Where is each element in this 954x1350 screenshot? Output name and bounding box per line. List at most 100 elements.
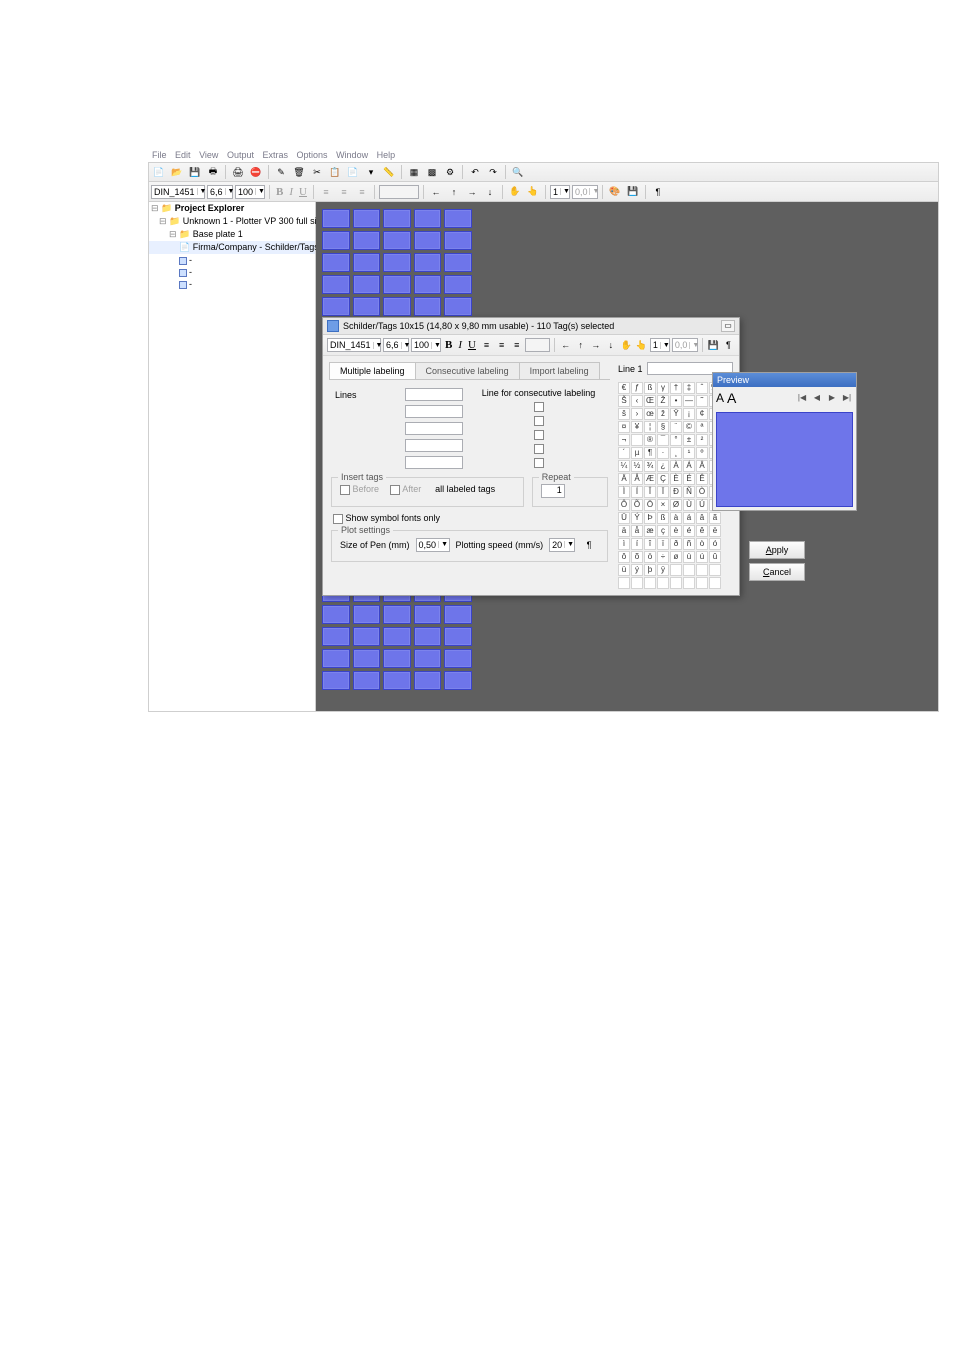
char-cell[interactable]: Ç	[657, 473, 669, 485]
char-cell[interactable]: ì	[618, 538, 630, 550]
tag-cell[interactable]	[383, 649, 411, 668]
dlg-underline[interactable]: U	[466, 339, 478, 351]
pen-combo[interactable]: 0,50▼	[416, 538, 450, 552]
tag-cell[interactable]	[444, 253, 472, 272]
gear-icon[interactable]: ⚙	[442, 164, 458, 180]
open-icon[interactable]: 📂	[169, 164, 185, 180]
tab-multiple[interactable]: Multiple labeling	[329, 362, 416, 379]
char-cell[interactable]: ¦	[644, 421, 656, 433]
tag-cell[interactable]	[383, 209, 411, 228]
dlg-hand-icon[interactable]: ✋	[619, 337, 632, 353]
paste-icon[interactable]: 📄	[345, 164, 361, 180]
char-cell[interactable]: ö	[644, 551, 656, 563]
char-cell[interactable]: §	[657, 421, 669, 433]
char-cell[interactable]: ÷	[657, 551, 669, 563]
tag-cell[interactable]	[353, 671, 381, 690]
char-cell[interactable]: ¹	[683, 447, 695, 459]
tag-cell[interactable]	[383, 671, 411, 690]
arrow-up-icon[interactable]: ↑	[446, 184, 462, 200]
underline-button[interactable]: U	[297, 186, 309, 198]
first-icon[interactable]: |◀	[796, 392, 808, 404]
tag-cell[interactable]	[322, 605, 350, 624]
zoom-out-icon[interactable]: A	[716, 391, 724, 405]
tag-cell[interactable]	[322, 253, 350, 272]
char-cell[interactable]: ¯	[657, 434, 669, 446]
char-cell[interactable]: ˆ	[696, 382, 708, 394]
tag-cell[interactable]	[353, 231, 381, 250]
char-cell[interactable]: •	[670, 395, 682, 407]
char-cell[interactable]	[670, 577, 682, 589]
char-cell[interactable]: Ï	[657, 486, 669, 498]
char-cell[interactable]: Ò	[696, 486, 708, 498]
char-cell[interactable]: º	[696, 447, 708, 459]
dlg-size2-combo[interactable]: 100▼	[411, 338, 441, 352]
menu-output[interactable]: Output	[227, 150, 254, 160]
line-chk-2[interactable]	[534, 416, 544, 426]
tag-cell[interactable]	[444, 627, 472, 646]
tag-cell[interactable]	[353, 253, 381, 272]
align-left-icon[interactable]: ≡	[318, 184, 334, 200]
font-combo[interactable]: DIN_1451▼	[151, 185, 205, 199]
char-cell[interactable]: °	[670, 434, 682, 446]
ruler-icon[interactable]: 📏	[381, 164, 397, 180]
char-cell[interactable]: Ž	[657, 395, 669, 407]
char-cell[interactable]: ß	[644, 382, 656, 394]
char-cell[interactable]: ›	[631, 408, 643, 420]
char-cell[interactable]: ­	[631, 434, 643, 446]
tag-cell[interactable]	[383, 275, 411, 294]
char-cell[interactable]: ©	[683, 421, 695, 433]
line-chk-4[interactable]	[534, 444, 544, 454]
speed-combo[interactable]: 20▼	[549, 538, 575, 552]
menu-view[interactable]: View	[199, 150, 218, 160]
char-cell[interactable]: ¼	[618, 460, 630, 472]
delete-icon[interactable]: 🗑	[291, 164, 307, 180]
before-check[interactable]	[340, 485, 350, 495]
char-cell[interactable]: á	[683, 512, 695, 524]
char-cell[interactable]: Þ	[644, 512, 656, 524]
apply-button[interactable]: Apply	[749, 541, 805, 559]
char-cell[interactable]: ú	[696, 551, 708, 563]
hand-icon[interactable]: ✋	[507, 184, 523, 200]
tree-item[interactable]: -	[189, 255, 192, 265]
tag-cell[interactable]	[414, 605, 442, 624]
char-cell[interactable]: û	[709, 551, 721, 563]
char-cell[interactable]: Š	[618, 395, 630, 407]
menu-extras[interactable]: Extras	[262, 150, 288, 160]
char-cell[interactable]: ñ	[683, 538, 695, 550]
dlg-font-combo[interactable]: DIN_1451▼	[327, 338, 381, 352]
tag-cell[interactable]	[353, 605, 381, 624]
char-cell[interactable]: â	[696, 512, 708, 524]
tag-cell[interactable]	[414, 253, 442, 272]
char-cell[interactable]: ·	[657, 447, 669, 459]
char-cell[interactable]: µ	[631, 447, 643, 459]
tag-cell[interactable]	[444, 297, 472, 316]
char-cell[interactable]: ¥	[631, 421, 643, 433]
cancel-button[interactable]: Cancel	[749, 563, 805, 581]
tag-cell[interactable]	[444, 671, 472, 690]
char-cell[interactable]	[696, 577, 708, 589]
char-cell[interactable]	[683, 564, 695, 576]
char-cell[interactable]: ½	[631, 460, 643, 472]
dlg-italic[interactable]: I	[456, 339, 464, 351]
arrow-right-icon[interactable]: →	[464, 184, 480, 200]
char-cell[interactable]: Ê	[696, 473, 708, 485]
tag-cell[interactable]	[353, 627, 381, 646]
tag-cell[interactable]	[322, 671, 350, 690]
tag-cell[interactable]	[322, 275, 350, 294]
settings-icon[interactable]: ¶	[581, 537, 597, 553]
char-cell[interactable]: í	[631, 538, 643, 550]
char-cell[interactable]: ®	[644, 434, 656, 446]
char-cell[interactable]: É	[683, 473, 695, 485]
tab-consecutive[interactable]: Consecutive labeling	[415, 362, 520, 379]
char-cell[interactable]: ò	[696, 538, 708, 550]
char-cell[interactable]: ‹	[631, 395, 643, 407]
char-cell[interactable]: Ú	[696, 499, 708, 511]
char-cell[interactable]: š	[618, 408, 630, 420]
zero-combo[interactable]: 0,0▼	[572, 185, 598, 199]
empty-combo[interactable]	[379, 185, 419, 199]
char-cell[interactable]: Õ	[631, 499, 643, 511]
menu-edit[interactable]: Edit	[175, 150, 191, 160]
char-cell[interactable]	[696, 564, 708, 576]
show-fonts-check[interactable]	[333, 514, 343, 524]
char-cell[interactable]: È	[670, 473, 682, 485]
